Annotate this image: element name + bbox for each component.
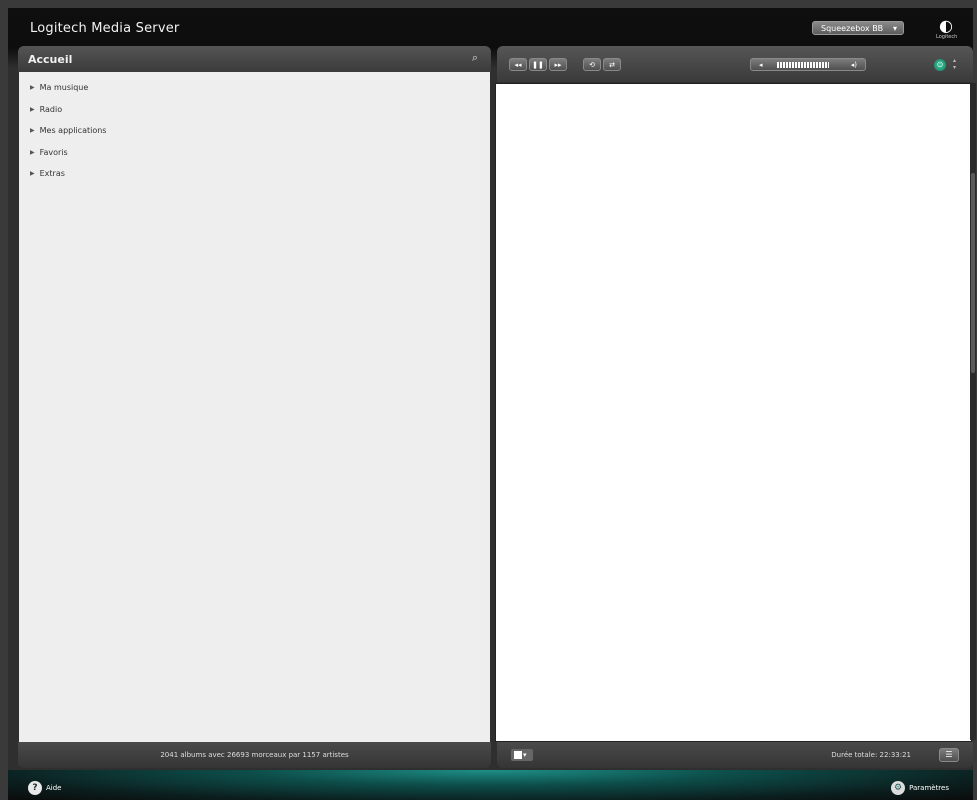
menu-item-label: Extras <box>39 169 65 178</box>
cover-icon <box>514 751 522 759</box>
home-menu-panel: ▶ Ma musique ▶ Radio ▶ Mes applications ▶ Fa… <box>19 72 490 742</box>
left-panel-header: Accueil ⌕ <box>18 46 491 72</box>
volume-slider[interactable] <box>777 62 829 68</box>
expand-arrow-icon: ▶ <box>30 170 35 177</box>
menu-item-my-music[interactable]: ▶ Ma musique <box>19 80 490 102</box>
view-mode-button[interactable]: ▾ <box>511 749 533 761</box>
menu-item-radio[interactable]: ▶ Radio <box>19 102 490 124</box>
player-selector[interactable]: Squeezebox BB ▾ <box>812 21 904 35</box>
chevron-up-icon: ▴ <box>953 57 957 64</box>
volume-control[interactable]: ◂ ◂) <box>750 58 866 71</box>
menu-item-label: Ma musique <box>39 83 89 92</box>
total-duration: Durée totale: 22:33:21 <box>831 751 911 759</box>
next-button[interactable]: ▸▸ <box>549 58 567 71</box>
menu-item-favorites[interactable]: ▶ Favoris <box>19 145 490 167</box>
chevron-down-icon: ▾ <box>523 751 527 759</box>
previous-button[interactable]: ◂◂ <box>509 58 527 71</box>
menu-item-label: Radio <box>39 104 63 114</box>
list-icon: ☰ <box>945 750 953 759</box>
chevron-down-icon: ▾ <box>953 64 957 71</box>
bottom-bar: ? Aide ⚙ Paramètres <box>8 770 973 800</box>
expand-arrow-icon: ▶ <box>30 148 35 156</box>
home-menu: ▶ Ma musique ▶ Radio ▶ Mes applications ▶ Fa… <box>19 72 490 188</box>
collapse-toggle[interactable]: ▴ ▾ <box>953 57 961 71</box>
logo-mark: ◐ <box>939 16 953 35</box>
playlist-menu-button[interactable]: ☰ <box>939 748 959 762</box>
volume-down-icon[interactable]: ◂ <box>759 59 763 71</box>
menu-item-label: Mes applications <box>39 126 107 135</box>
app-title: Logitech Media Server <box>30 21 180 36</box>
settings-label: Paramètres <box>909 784 949 792</box>
settings-link[interactable]: ⚙ Paramètres <box>891 781 949 795</box>
panel-title: Accueil <box>28 53 73 66</box>
player-control-bar: ◂◂ ❚❚ ▸▸ ⟲ ⇄ ◂ ◂) ⏻ ▴ ▾ <box>497 46 973 82</box>
playlist-footer: ▾ Durée totale: 22:33:21 ☰ <box>497 742 973 768</box>
help-label: Aide <box>46 784 62 792</box>
help-link[interactable]: ? Aide <box>28 781 61 795</box>
logitech-logo: ◐ Logitech <box>936 16 958 41</box>
scrollbar-thumb[interactable] <box>971 173 975 373</box>
expand-arrow-icon: ▶ <box>30 84 35 91</box>
menu-item-extras[interactable]: ▶ Extras <box>19 166 490 188</box>
gear-icon: ⚙ <box>891 781 906 795</box>
power-icon[interactable]: ⏻ <box>934 59 946 71</box>
shuffle-button[interactable]: ⇄ <box>603 58 621 71</box>
menu-item-label: Favoris <box>39 147 68 157</box>
expand-arrow-icon: ▶ <box>30 127 35 134</box>
top-bar: Logitech Media Server Squeezebox BB ▾ ◐ … <box>8 8 973 44</box>
menu-item-my-apps[interactable]: ▶ Mes applications <box>19 123 490 145</box>
chevron-down-icon: ▾ <box>892 24 897 33</box>
player-name: Squeezebox BB <box>821 24 884 33</box>
library-stats: 2041 albums avec 26693 morceaux par 1157… <box>18 742 491 768</box>
pause-button[interactable]: ❚❚ <box>529 58 547 71</box>
search-icon[interactable]: ⌕ <box>469 52 481 64</box>
logo-text: Logitech <box>936 34 958 40</box>
expand-arrow-icon: ▶ <box>30 105 35 113</box>
help-icon: ? <box>28 781 42 795</box>
app-window: Logitech Media Server Squeezebox BB ▾ ◐ … <box>8 8 976 800</box>
volume-up-icon[interactable]: ◂) <box>851 59 857 71</box>
repeat-button[interactable]: ⟲ <box>583 58 601 71</box>
playlist-area <box>495 83 972 742</box>
